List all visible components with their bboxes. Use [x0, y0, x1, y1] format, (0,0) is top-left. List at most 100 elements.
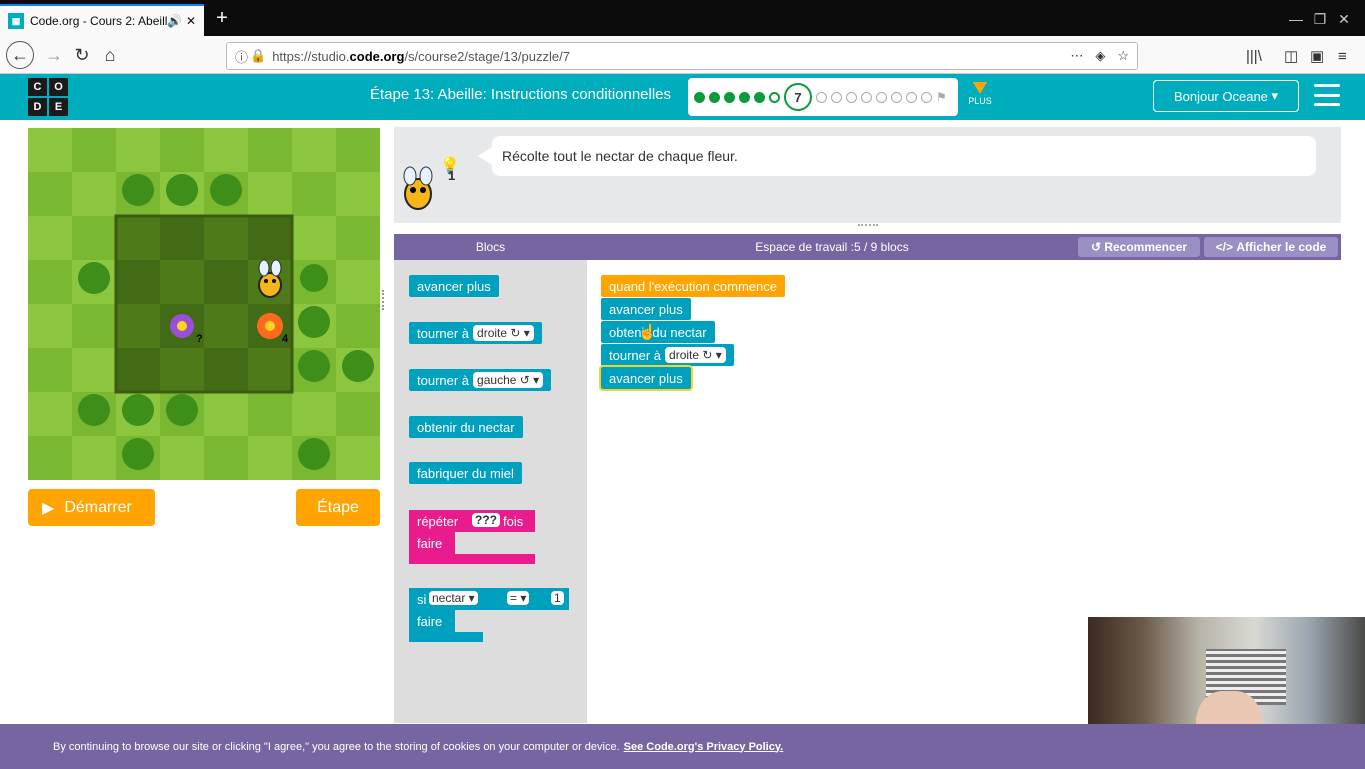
user-menu-button[interactable]: Bonjour Oceane ▾ [1153, 80, 1299, 112]
puzzle-dot[interactable] [906, 91, 917, 103]
site-menu-icon[interactable] [1314, 84, 1340, 106]
show-code-label: Afficher le code [1236, 240, 1327, 254]
value-input[interactable]: 1 [551, 591, 564, 605]
url-text: https://studio.code.org/s/course2/stage/… [272, 48, 570, 64]
logo-letter: O [49, 78, 68, 96]
toolbox-block-turn-left[interactable]: tourner à gauche ↺ ▾ [409, 369, 552, 391]
puzzle-dot[interactable] [921, 91, 932, 103]
triangle-down-icon [973, 82, 987, 94]
close-tab-icon[interactable]: ✕ [186, 14, 196, 28]
puzzle-dot[interactable] [891, 91, 902, 103]
toolbox-block-make-honey[interactable]: fabriquer du miel [409, 462, 522, 484]
current-puzzle-dot[interactable]: 7 [784, 83, 812, 111]
codeorg-favicon-icon: ▦ [8, 13, 24, 29]
more-puzzles-toggle[interactable]: PLUS [968, 80, 992, 106]
toolbox-header: Blocs [475, 240, 506, 254]
lock-icon: 🔒 [250, 48, 267, 63]
direction-dropdown[interactable]: droite ↻ ▾ [665, 347, 726, 363]
instructions-resize-handle[interactable] [858, 224, 878, 227]
browser-tab-bar [0, 0, 1365, 36]
extension-icon[interactable]: ▣ [1310, 44, 1324, 68]
sidebar-icon[interactable]: ◫ [1284, 44, 1298, 68]
instruction-bubble: Récolte tout le nectar de chaque fleur. [492, 136, 1316, 176]
logo-letter: D [28, 98, 47, 116]
url-bar[interactable]: ⓘ 🔒 https://studio.code.org/s/course2/st… [226, 42, 1138, 70]
bookmark-star-icon[interactable]: ☆ [1117, 48, 1129, 64]
program-block-move-forward[interactable]: avancer plus [601, 298, 691, 320]
workspace-title: Espace de travail :5 / 9 blocs [755, 240, 909, 254]
show-code-button[interactable]: </> Afficher le code [1204, 237, 1338, 257]
flower-purple-count: ? [196, 333, 203, 345]
block-label: répéter [417, 514, 459, 529]
puzzle-dot[interactable] [769, 91, 780, 103]
undo-icon: ↺ [1090, 240, 1105, 254]
back-icon[interactable]: ← [6, 41, 34, 69]
toolbox-block-get-nectar[interactable]: obtenir du nectar [409, 416, 523, 438]
browser-tab[interactable]: ▦ Code.org - Cours 2: Abeille: 🔊 ✕ [0, 4, 204, 36]
close-window-icon[interactable]: ✕ [1324, 6, 1364, 32]
reset-button[interactable]: ↺ Recommencer [1078, 237, 1200, 257]
operator-dropdown[interactable]: = ▾ [507, 591, 530, 605]
stage-title[interactable]: Étape 13: Abeille: Instructions conditio… [370, 86, 671, 103]
variable-dropdown[interactable]: nectar ▾ [429, 591, 478, 605]
puzzle-dot[interactable] [831, 91, 842, 103]
toolbox-block-move-forward[interactable]: avancer plus [409, 275, 499, 297]
page-actions-icon[interactable]: ⋯ [1070, 48, 1083, 64]
cookie-banner: By continuing to browse our site or clic… [0, 724, 1365, 769]
info-icon[interactable]: ⓘ [235, 47, 248, 66]
new-tab-button[interactable]: + [208, 4, 236, 32]
logo-letter: C [28, 78, 47, 96]
reload-icon[interactable]: ↻ [68, 42, 96, 68]
reset-label: Recommencer [1104, 240, 1188, 254]
forward-icon[interactable]: → [40, 42, 68, 68]
program-block-get-nectar[interactable]: obtenir du nectar [601, 321, 715, 343]
panel-resize-handle[interactable] [382, 290, 386, 310]
repeat-count-input[interactable]: ??? [472, 513, 500, 527]
library-icon[interactable]: |||\ [1246, 44, 1262, 68]
code-icon: </> [1215, 240, 1237, 254]
block-label: tourner à [417, 372, 470, 388]
program-block-turn-right[interactable]: tourner à droite ↻ ▾ [601, 344, 734, 366]
puzzle-dot[interactable] [876, 91, 887, 103]
codeorg-logo[interactable]: C O D E [28, 78, 68, 116]
plus-label: PLUS [968, 96, 992, 106]
logo-letter: E [49, 98, 68, 116]
tab-title: Code.org - Cours 2: Abeille: [30, 14, 167, 28]
puzzle-progress: 7 ⚑ [688, 78, 958, 116]
home-icon[interactable]: ⌂ [96, 42, 124, 68]
flower-red-count: 4 [282, 333, 289, 345]
toolbox-block-if[interactable]: si nectar ▾ = ▾ 1 faire [409, 588, 569, 642]
program-block-move-forward-selected[interactable]: avancer plus [599, 365, 693, 391]
play-icon: ▶ [42, 499, 55, 517]
puzzle-dot[interactable] [861, 91, 872, 103]
block-label: faire [417, 614, 443, 629]
puzzle-dot[interactable] [846, 91, 857, 103]
direction-dropdown[interactable]: gauche ↺ ▾ [473, 372, 544, 388]
block-label: fois [503, 514, 524, 529]
pocket-icon[interactable]: ◈ [1095, 48, 1105, 64]
game-maze: ? 4 [28, 128, 380, 480]
block-label: si [417, 592, 427, 607]
puzzle-dot[interactable] [724, 91, 735, 103]
toolbox-block-turn-right[interactable]: tourner à droite ↻ ▾ [409, 322, 542, 344]
when-run-block[interactable]: quand l'exécution commence [601, 275, 785, 297]
checkered-flag-icon[interactable]: ⚑ [936, 90, 947, 104]
flower-red-icon [257, 313, 283, 339]
puzzle-dot[interactable] [709, 91, 720, 103]
puzzle-dot[interactable] [739, 91, 750, 103]
puzzle-dot[interactable] [754, 91, 765, 103]
block-label: tourner à [417, 325, 470, 341]
puzzle-dot[interactable] [816, 91, 827, 103]
step-button[interactable]: Étape [296, 489, 380, 526]
puzzle-dot[interactable] [694, 91, 705, 103]
workspace-canvas[interactable] [587, 260, 1341, 616]
flower-purple-icon [170, 314, 194, 338]
hand-cursor-icon: ☝ [638, 324, 657, 341]
toolbox-block-repeat[interactable]: répéter ??? fois faire [409, 510, 535, 564]
speaker-icon[interactable]: 🔊 [167, 14, 182, 28]
hamburger-menu-icon[interactable]: ≡ [1338, 44, 1347, 68]
start-button[interactable]: ▶ Démarrer [28, 489, 155, 526]
privacy-policy-link[interactable]: See Code.org's Privacy Policy. [624, 741, 784, 753]
cookie-text: By continuing to browse our site or clic… [53, 740, 620, 753]
direction-dropdown[interactable]: droite ↻ ▾ [473, 325, 534, 341]
